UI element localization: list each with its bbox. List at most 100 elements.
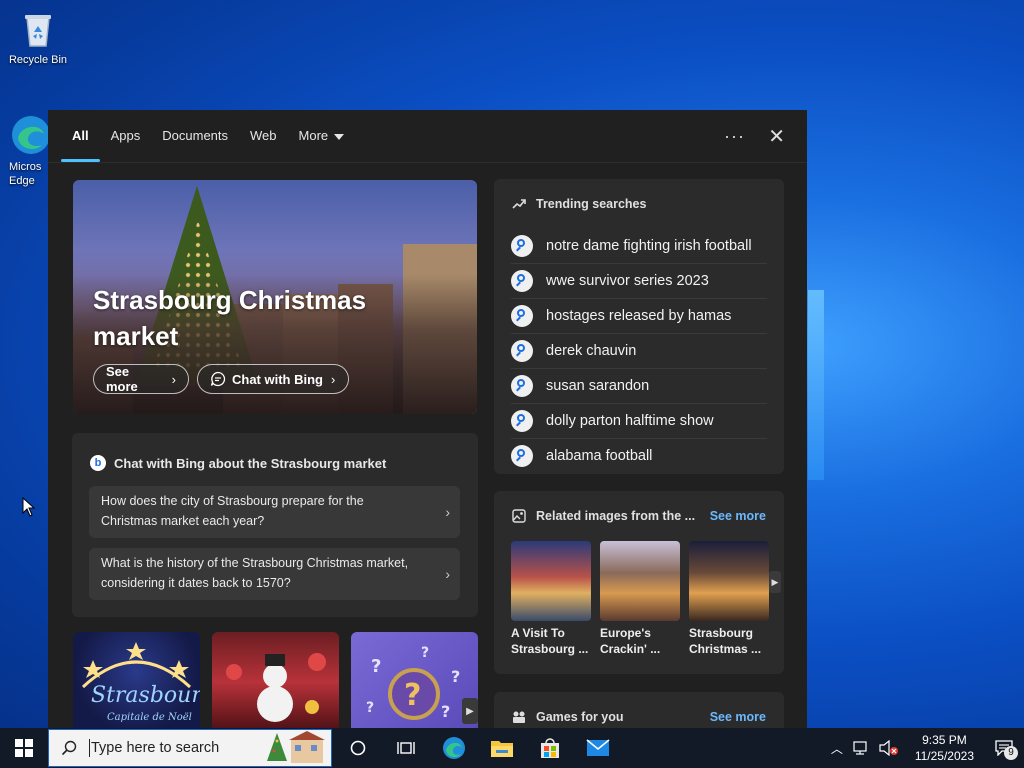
chevron-down-icon xyxy=(334,133,345,140)
trending-item[interactable]: alabama football xyxy=(511,439,767,473)
tab-apps[interactable]: Apps xyxy=(100,110,152,162)
games-heading: Games for you xyxy=(512,710,624,724)
svg-text:?: ? xyxy=(441,702,450,721)
volume-muted-icon[interactable] xyxy=(879,740,899,756)
chat-bubble-icon xyxy=(210,371,226,387)
notification-count-badge: 9 xyxy=(1004,746,1018,760)
hero-card[interactable]: Strasbourg Christmas market See more › Ch… xyxy=(73,180,477,414)
related-images-heading: Related images from the ... xyxy=(512,509,695,523)
chevron-right-icon: › xyxy=(445,566,450,582)
trending-card: Trending searches notre dame fighting ir… xyxy=(494,179,784,474)
chevron-right-icon: › xyxy=(331,371,336,387)
trending-up-icon xyxy=(512,199,526,209)
games-card: Games for you See more xyxy=(494,692,784,730)
store-button[interactable] xyxy=(526,728,574,768)
related-image-caption: Strasbourg Christmas ... xyxy=(689,626,762,656)
trending-list: notre dame fighting irish football wwe s… xyxy=(511,229,767,473)
mail-button[interactable] xyxy=(574,728,622,768)
tab-more[interactable]: More xyxy=(288,110,356,162)
edge-taskbar-button[interactable] xyxy=(430,728,478,768)
related-image[interactable] xyxy=(689,541,769,621)
trending-item[interactable]: hostages released by hamas xyxy=(511,299,767,334)
task-view-button[interactable] xyxy=(382,728,430,768)
text-caret xyxy=(89,739,90,757)
folder-icon xyxy=(491,741,513,757)
start-button[interactable] xyxy=(0,728,48,768)
bing-chat-heading: b Chat with Bing about the Strasbourg ma… xyxy=(90,455,386,471)
chat-suggestion[interactable]: What is the history of the Strasbourg Ch… xyxy=(89,548,460,600)
search-icon xyxy=(511,410,533,432)
illuminated-sign-image: Strasbourg Capitale de Noël xyxy=(81,642,200,723)
search-icon xyxy=(511,270,533,292)
games-icon xyxy=(513,711,525,723)
svg-text:?: ? xyxy=(404,678,421,713)
task-view-icon xyxy=(397,742,415,754)
search-highlight-illustration-icon xyxy=(267,731,325,763)
search-panel: All Apps Documents Web More ··· ✕ Strasb… xyxy=(48,110,807,730)
tab-web[interactable]: Web xyxy=(239,110,288,162)
related-image-caption: A Visit To Strasbourg ... xyxy=(511,626,589,656)
svg-text:Capitale de Noël: Capitale de Noël xyxy=(107,712,192,723)
games-see-more-link[interactable]: See more xyxy=(710,710,766,724)
search-icon xyxy=(511,235,533,257)
related-image[interactable] xyxy=(600,541,680,621)
image-icon xyxy=(512,509,526,523)
windows-logo-icon xyxy=(15,739,33,757)
bing-logo-icon: b xyxy=(90,455,106,471)
recycle-bin-icon xyxy=(17,8,59,50)
recycle-bin-shortcut[interactable]: Recycle Bin xyxy=(0,8,76,66)
snowman-decoration-image xyxy=(226,653,326,722)
search-placeholder: Type here to search xyxy=(91,740,220,756)
quiz-thumbnail[interactable]: ? ? ? ? ? ? xyxy=(351,632,478,730)
chevron-right-icon: › xyxy=(445,504,450,520)
trending-item[interactable]: notre dame fighting irish football xyxy=(511,229,767,264)
svg-text:Strasbourg: Strasbourg xyxy=(91,683,200,708)
strasbourg-sign-thumbnail[interactable]: Strasbourg Capitale de Noël xyxy=(73,632,200,730)
thumbnails-next-arrow-icon[interactable]: ▶ xyxy=(462,698,478,724)
taskbar-search-box[interactable]: Type here to search xyxy=(48,729,332,767)
related-images-see-more-link[interactable]: See more xyxy=(710,509,766,523)
file-explorer-button[interactable] xyxy=(478,728,526,768)
question-marks-image: ? ? ? ? ? ? xyxy=(366,645,460,721)
network-icon[interactable] xyxy=(853,740,871,756)
related-image[interactable] xyxy=(511,541,591,621)
recycle-bin-label: Recycle Bin xyxy=(8,54,68,66)
bing-chat-card: b Chat with Bing about the Strasbourg ma… xyxy=(72,433,478,617)
trending-item[interactable]: derek chauvin xyxy=(511,334,767,369)
chat-suggestion[interactable]: How does the city of Strasbourg prepare … xyxy=(89,486,460,538)
trending-item[interactable]: wwe survivor series 2023 xyxy=(511,264,767,299)
desktop-light-beam xyxy=(808,290,824,480)
market-decorations-thumbnail[interactable] xyxy=(212,632,339,730)
svg-text:?: ? xyxy=(421,645,429,661)
ellipsis-icon[interactable]: ··· xyxy=(724,126,745,147)
chevron-right-icon: › xyxy=(171,371,176,387)
trending-heading: Trending searches xyxy=(512,197,646,211)
see-more-button[interactable]: See more › xyxy=(93,364,189,394)
close-icon[interactable]: ✕ xyxy=(768,124,785,149)
tab-documents[interactable]: Documents xyxy=(151,110,239,162)
taskbar: Type here to search ︿ 9:35 PM 11/25/2023… xyxy=(0,728,1024,768)
system-tray: ︿ 9:35 PM 11/25/2023 9 xyxy=(831,728,1024,768)
mouse-cursor-icon xyxy=(22,497,36,517)
trending-item[interactable]: dolly parton halftime show xyxy=(511,404,767,439)
show-hidden-icons-chevron-up-icon[interactable]: ︿ xyxy=(831,740,843,757)
taskbar-clock[interactable]: 9:35 PM 11/25/2023 xyxy=(915,732,974,764)
svg-text:?: ? xyxy=(451,667,460,686)
store-icon xyxy=(541,738,559,758)
edge-icon xyxy=(443,737,465,759)
notification-center-button[interactable]: 9 xyxy=(984,728,1024,768)
cortana-button[interactable] xyxy=(334,728,382,768)
svg-text:?: ? xyxy=(366,700,374,716)
search-icon xyxy=(511,305,533,327)
search-tabs: All Apps Documents Web More ··· ✕ xyxy=(48,110,807,163)
tab-all[interactable]: All xyxy=(61,110,100,162)
search-icon xyxy=(61,740,77,756)
trending-item[interactable]: susan sarandon xyxy=(511,369,767,404)
related-next-arrow-icon[interactable]: ▶ xyxy=(769,571,781,593)
search-icon xyxy=(511,340,533,362)
hero-title: Strasbourg Christmas market xyxy=(93,285,367,351)
chat-with-bing-button[interactable]: Chat with Bing › xyxy=(197,364,349,394)
mail-icon xyxy=(586,739,610,756)
search-icon xyxy=(511,375,533,397)
cortana-circle-icon xyxy=(350,740,366,756)
